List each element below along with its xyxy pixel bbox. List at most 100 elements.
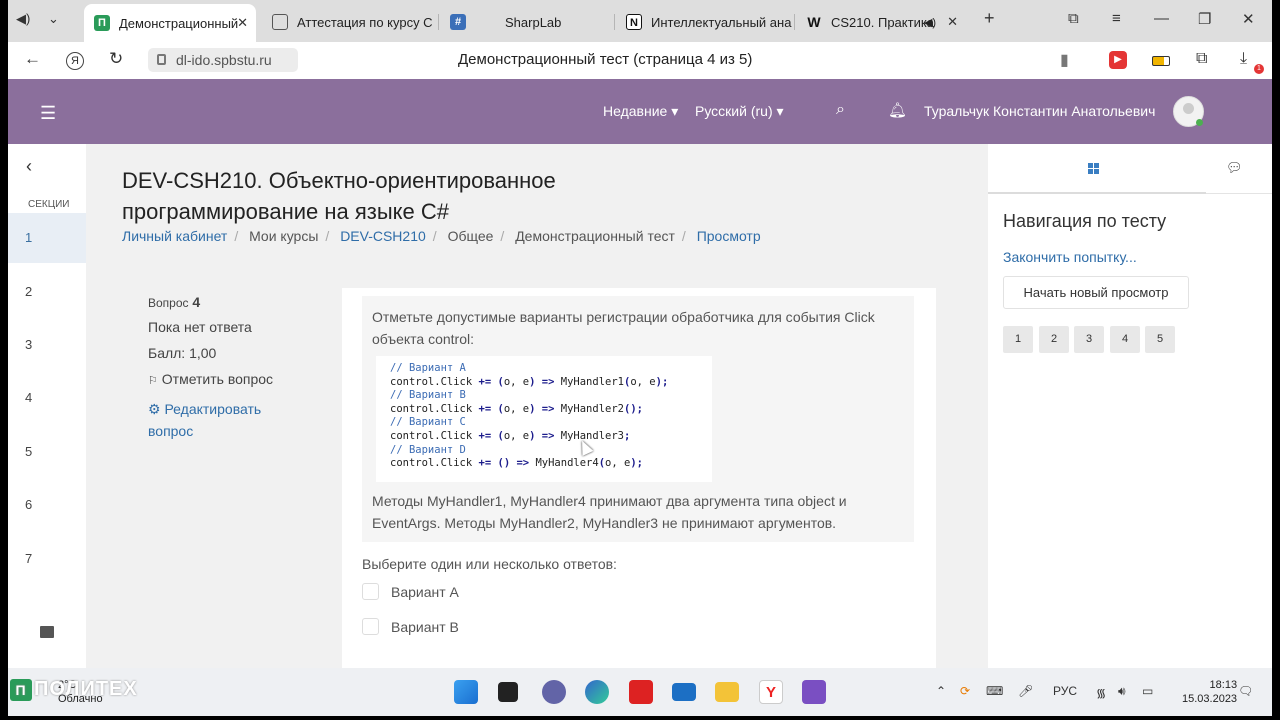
section-item-4[interactable]: 4 xyxy=(25,390,32,405)
collapse-drawer-icon[interactable]: ‹ xyxy=(26,156,32,177)
polytech-favicon-icon: П xyxy=(94,15,110,31)
tab-speaker-icon[interactable]: ◀) xyxy=(924,16,936,29)
breadcrumb-dashboard[interactable]: Личный кабинет xyxy=(122,228,227,244)
tab-title: Интеллектуальный ана xyxy=(651,14,792,30)
section-item-5[interactable]: 5 xyxy=(25,444,32,459)
section-item-1[interactable]: 1 xyxy=(8,213,86,263)
question-text: Отметьте допустимые варианты регистрации… xyxy=(372,309,875,347)
input-language[interactable]: РУС xyxy=(1053,684,1077,698)
tab-list-chevron-icon[interactable]: ⌄ xyxy=(48,11,59,27)
option-b[interactable]: Вариант B xyxy=(362,618,459,635)
quiz-page-4[interactable]: 4 xyxy=(1110,326,1140,353)
option-a-label: Вариант A xyxy=(391,583,459,600)
bookmark-icon[interactable]: ▮ xyxy=(1060,50,1069,70)
quiz-page-2[interactable]: 2 xyxy=(1039,326,1069,353)
page-title: Демонстрационный тест (страница 4 из 5) xyxy=(458,51,753,68)
battery-icon[interactable] xyxy=(1152,56,1170,66)
question-text-block: Отметьте допустимые варианты регистрации… xyxy=(362,296,914,542)
bell-icon[interactable]: 🔔︎ xyxy=(888,101,907,119)
new-tab-icon[interactable]: + xyxy=(984,8,995,29)
sections-caption: СЕКЦИИ xyxy=(28,199,70,210)
tab-cs210[interactable]: W CS210. Практика ◀) ✕ xyxy=(796,6,966,38)
teams-icon[interactable] xyxy=(542,680,566,704)
restore-icon[interactable]: ❐ xyxy=(1198,10,1211,28)
edge-icon[interactable] xyxy=(585,680,609,704)
extensions-icon[interactable]: ⧉ xyxy=(1196,50,1207,68)
video-extension-icon[interactable]: ▶ xyxy=(1109,51,1127,69)
menu-icon[interactable]: ≡ xyxy=(1112,10,1121,27)
edit-question-link[interactable]: ⚙ Редактировать вопрос xyxy=(148,398,298,442)
wifi-icon[interactable]: ᯾ xyxy=(1096,684,1106,701)
code-line: control.Click += (o, e) => MyHandler1(o,… xyxy=(390,375,669,388)
quiz-page-1[interactable]: 1 xyxy=(1003,326,1033,353)
volume-icon[interactable]: 🔊︎ xyxy=(1118,684,1126,699)
search-icon[interactable]: ⌕ xyxy=(836,101,845,119)
screen: ◀) ⌄ П Демонстрационный ✕ Аттестация по … xyxy=(8,0,1272,716)
minimize-icon[interactable]: — xyxy=(1154,10,1169,27)
quiz-page-5[interactable]: 5 xyxy=(1145,326,1175,353)
breadcrumb-course[interactable]: DEV-CSH210 xyxy=(340,228,426,244)
back-icon[interactable]: ← xyxy=(24,49,41,69)
tab-audio-icon[interactable]: ◀) xyxy=(16,11,30,27)
visual-studio-icon[interactable] xyxy=(802,680,826,704)
quiz-page-3[interactable]: 3 xyxy=(1074,326,1104,353)
downloads-badge: 1 xyxy=(1254,64,1264,74)
task-view-icon[interactable] xyxy=(498,682,518,702)
tab-demo-test[interactable]: П Демонстрационный ✕ xyxy=(84,4,256,42)
sharplab-favicon-icon: # xyxy=(450,14,466,30)
code-comment-line: // Вариант B xyxy=(390,389,466,402)
sync-icon[interactable]: ⟳ xyxy=(960,684,970,698)
section-item-2[interactable]: 2 xyxy=(25,284,32,299)
language-label: Русский (ru) xyxy=(695,103,773,119)
url-field[interactable]: dl-ido.spbstu.ru xyxy=(148,48,298,72)
close-tab-icon[interactable]: ✕ xyxy=(947,14,958,30)
downloads-icon[interactable]: ⤓ xyxy=(1240,50,1247,68)
windows-start-icon[interactable] xyxy=(454,680,478,704)
section-item-3[interactable]: 3 xyxy=(25,337,32,352)
yandex-browser-icon[interactable]: Y xyxy=(759,680,783,704)
reload-icon[interactable]: ↻ xyxy=(109,49,123,69)
lock-icon xyxy=(157,54,166,65)
recent-dropdown[interactable]: Недавние ▾ xyxy=(603,103,678,120)
section-item-6[interactable]: 6 xyxy=(25,497,32,512)
clock[interactable]: 18:13 15.03.2023 xyxy=(1182,678,1237,706)
language-dropdown[interactable]: Русский (ru) ▾ xyxy=(695,103,784,120)
section-item-7[interactable]: 7 xyxy=(25,551,32,566)
close-window-icon[interactable]: ✕ xyxy=(1242,10,1255,28)
acrobat-icon[interactable] xyxy=(629,680,653,704)
tab-sharplab[interactable]: # SharpLab xyxy=(440,6,612,38)
code-comment-line: // Вариант C xyxy=(390,416,466,429)
new-preview-button[interactable]: Начать новый просмотр xyxy=(1003,276,1189,309)
battery-tray-icon[interactable]: ▭ xyxy=(1142,684,1153,698)
option-a[interactable]: Вариант A xyxy=(362,583,459,600)
doc-favicon-icon xyxy=(272,14,288,30)
main-content: DEV-CSH210. Объектно-ориентированное про… xyxy=(86,144,988,668)
flag-question-link[interactable]: ⚐ Отметить вопрос xyxy=(148,371,298,387)
collections-icon[interactable]: ⧉ xyxy=(1068,10,1079,27)
breadcrumb-my-courses: Мои курсы xyxy=(249,228,319,244)
microphone-icon[interactable]: 🎤︎ xyxy=(1018,684,1033,698)
chat-icon[interactable]: 💬︎ xyxy=(1226,160,1243,176)
finish-attempt-link[interactable]: Закончить попытку... xyxy=(1003,249,1137,265)
tab-attestation[interactable]: Аттестация по курсу С xyxy=(262,6,438,38)
show-hidden-icons-icon[interactable]: ⌃ xyxy=(936,684,946,698)
tab-title: CS210. Практика xyxy=(831,14,935,30)
keyboard-icon[interactable]: ⌨ xyxy=(986,684,1003,698)
option-a-checkbox[interactable] xyxy=(362,583,379,600)
archive-icon[interactable] xyxy=(40,626,54,638)
option-b-checkbox[interactable] xyxy=(362,618,379,635)
tab-intellectual[interactable]: N Интеллектуальный ана xyxy=(616,6,792,38)
file-explorer-icon[interactable] xyxy=(715,682,739,702)
mail-icon[interactable] xyxy=(672,683,696,701)
w-favicon-icon: W xyxy=(807,14,821,30)
tab-blocks[interactable] xyxy=(988,144,1206,194)
notifications-icon[interactable]: 🗨︎ xyxy=(1238,684,1253,698)
breadcrumb-preview[interactable]: Просмотр xyxy=(697,228,761,244)
yandex-icon[interactable]: Я xyxy=(66,52,84,70)
question-card: Отметьте допустимые варианты регистрации… xyxy=(342,288,936,668)
close-tab-icon[interactable]: ✕ xyxy=(237,15,248,31)
course-title: DEV-CSH210. Объектно-ориентированное про… xyxy=(122,168,556,224)
user-name[interactable]: Туральчук Константин Анатольевич xyxy=(924,103,1155,119)
code-line: control.Click += (o, e) => MyHandler2(); xyxy=(390,402,643,415)
hamburger-menu-icon[interactable]: ☰ xyxy=(40,103,56,124)
